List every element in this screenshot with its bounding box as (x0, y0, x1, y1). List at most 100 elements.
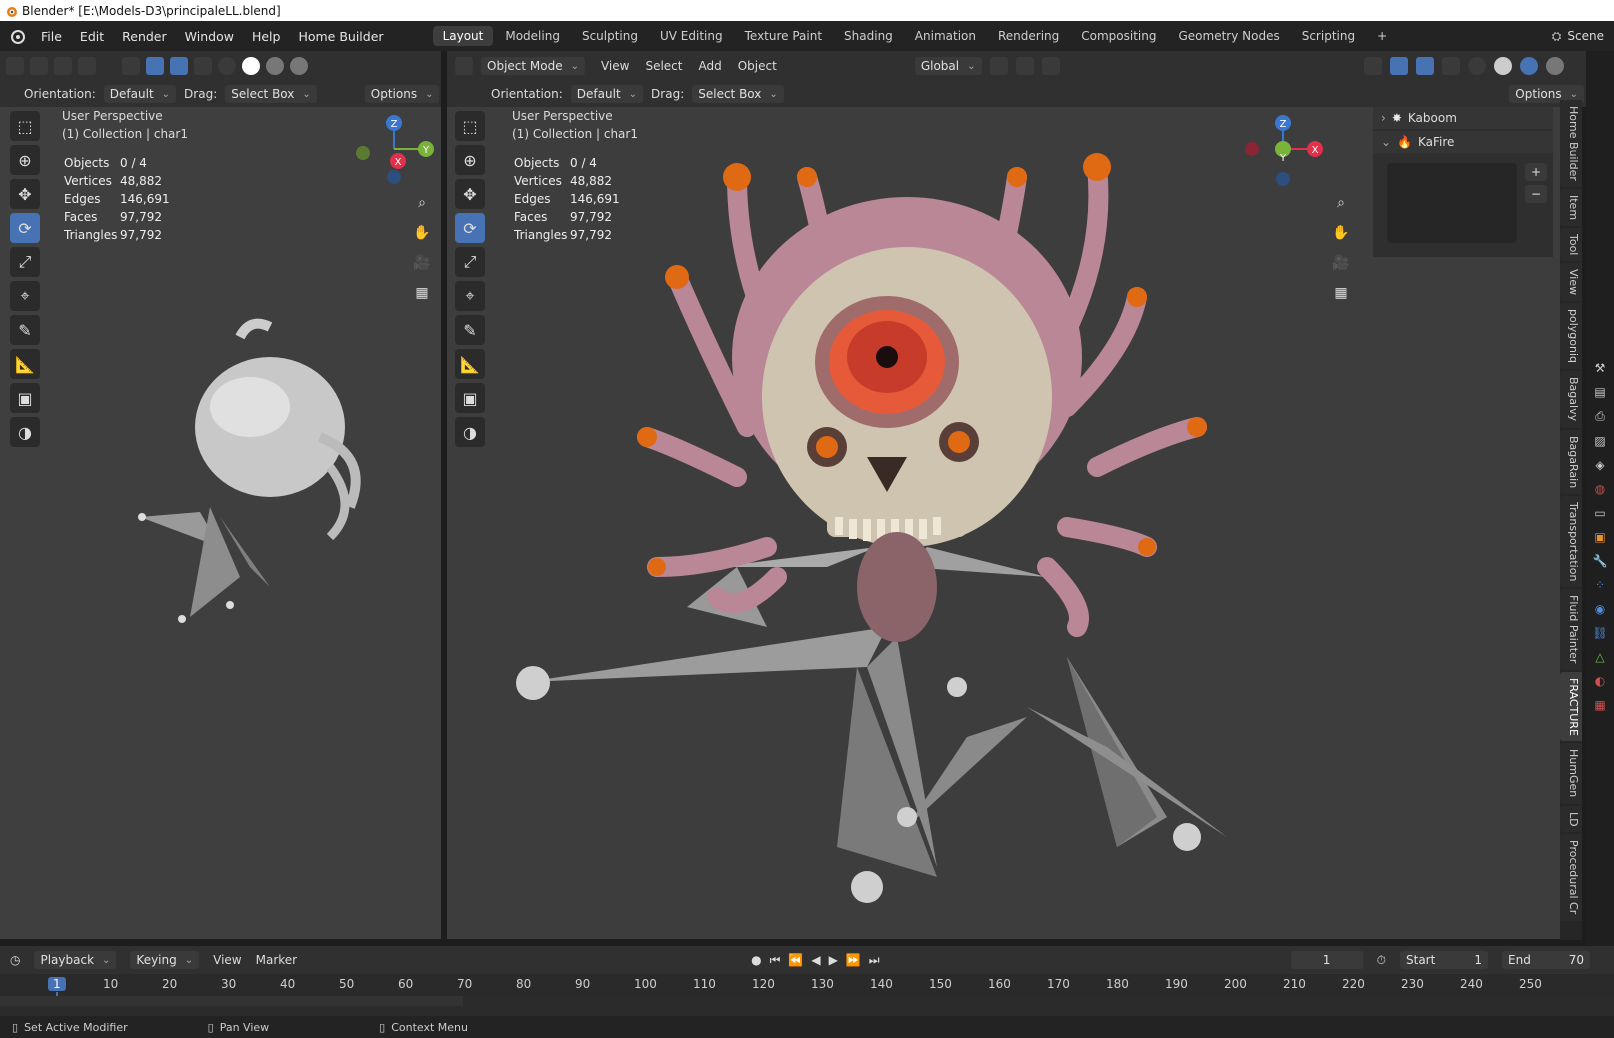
data-properties-icon[interactable]: △ (1595, 650, 1604, 664)
panel-kafire[interactable]: ⌄ 🔥 KaFire (1373, 131, 1553, 153)
tab-texture-paint[interactable]: Texture Paint (735, 26, 832, 46)
pan-hand-icon[interactable]: ✋ (410, 221, 434, 245)
camera-icon[interactable]: 🎥 (410, 251, 434, 275)
scene-icon[interactable]: ⛭ (1552, 29, 1562, 44)
custom-tool[interactable]: ◑ (455, 417, 485, 447)
right-3d-viewport[interactable]: ⬚ ⊕ ✥ ⟳ ⤢ ⌖ ✎ 📐 ▣ ◑ User Perspective (1)… (447, 107, 1560, 939)
shading-solid-icon[interactable] (1494, 57, 1512, 75)
output-properties-icon[interactable]: ⎙ (1595, 409, 1605, 424)
tab-home-builder[interactable]: Home Builder (1560, 100, 1582, 187)
gizmo-toggle-icon[interactable] (146, 57, 164, 75)
zoom-icon[interactable]: ⌕ (410, 191, 434, 215)
timeline-ruler[interactable]: 1 10 20 30 40 50 60 70 80 90 100 110 120 130 140 150 160… (0, 974, 1614, 1016)
visibility-icon[interactable] (122, 57, 140, 75)
scene-name[interactable]: Scene (1567, 29, 1604, 43)
menu-object[interactable]: Object (738, 59, 777, 73)
menu-view[interactable]: View (601, 59, 629, 73)
tab-bagarain[interactable]: BagaRain (1560, 429, 1582, 494)
shading-material-icon[interactable] (1520, 57, 1538, 75)
collection-properties-icon[interactable]: ▭ (1594, 506, 1605, 520)
drag-dropdown[interactable]: Select Box (692, 85, 784, 103)
proportional-edit-icon[interactable] (78, 57, 96, 75)
add-cube-tool[interactable]: ▣ (455, 383, 485, 413)
move-tool[interactable]: ✥ (455, 179, 485, 209)
shading-wireframe-icon[interactable] (1468, 57, 1486, 75)
tab-animation[interactable]: Animation (905, 26, 986, 46)
menu-playback[interactable]: Playback (34, 951, 117, 969)
particles-icon[interactable]: ⁘ (1595, 578, 1605, 592)
jump-start-icon[interactable]: ⏮ (770, 953, 781, 968)
tab-humgen[interactable]: HumGen (1560, 743, 1582, 804)
cursor-tool[interactable]: ⊕ (10, 145, 40, 175)
tab-compositing[interactable]: Compositing (1071, 26, 1166, 46)
current-frame-field[interactable]: 1 (1290, 951, 1363, 969)
measure-tool[interactable]: 📐 (455, 349, 485, 379)
pan-hand-icon[interactable]: ✋ (1329, 221, 1353, 245)
tab-scripting[interactable]: Scripting (1292, 26, 1365, 46)
editor-type-icon[interactable] (455, 57, 473, 75)
tab-fluid-painter[interactable]: Fluid Painter (1560, 589, 1582, 670)
tab-modeling[interactable]: Modeling (495, 26, 570, 46)
tab-uv-editing[interactable]: UV Editing (650, 26, 733, 46)
record-icon[interactable]: ● (751, 953, 761, 967)
shading-wireframe-icon[interactable] (218, 57, 236, 75)
mode-dropdown[interactable]: Object Mode (481, 57, 585, 75)
editor-type-icon[interactable]: ◷ (10, 953, 20, 967)
modifier-properties-icon[interactable]: 🔧 (1593, 554, 1608, 568)
link-icon[interactable] (30, 57, 48, 75)
tab-bagalvy[interactable]: Bagalvy (1560, 371, 1582, 428)
visibility-icon[interactable] (1364, 57, 1382, 75)
annotate-tool[interactable]: ✎ (455, 315, 485, 345)
navigation-gizmo[interactable]: Z X Y (1239, 109, 1329, 193)
world-properties-icon[interactable]: ◍ (1595, 482, 1605, 496)
annotate-tool[interactable]: ✎ (10, 315, 40, 345)
menu-render[interactable]: Render (113, 29, 176, 44)
tab-procedural[interactable]: Procedural Cr (1560, 834, 1582, 921)
tab-item[interactable]: Item (1560, 188, 1582, 226)
shading-material-icon[interactable] (266, 57, 284, 75)
tab-geometry-nodes[interactable]: Geometry Nodes (1168, 26, 1289, 46)
menu-keying[interactable]: Keying (130, 951, 200, 969)
play-reverse-icon[interactable]: ◀ (811, 953, 820, 967)
blender-menu-icon[interactable] (6, 27, 28, 45)
tab-transportation[interactable]: Transportation (1560, 495, 1582, 588)
zoom-icon[interactable]: ⌕ (1329, 191, 1353, 215)
tab-ld[interactable]: LD (1560, 805, 1582, 833)
shading-solid-icon[interactable] (242, 57, 260, 75)
menu-marker[interactable]: Marker (256, 953, 297, 967)
tab-tool[interactable]: Tool (1560, 227, 1582, 262)
add-icon[interactable]: + (1525, 163, 1548, 181)
jump-end-icon[interactable]: ⏭ (869, 953, 880, 968)
object-properties-icon[interactable]: ▣ (1594, 530, 1605, 544)
menu-view[interactable]: View (213, 953, 241, 967)
snap-icon[interactable] (54, 57, 72, 75)
menu-add[interactable]: Add (699, 59, 722, 73)
select-box-tool[interactable]: ⬚ (455, 111, 485, 141)
menu-help[interactable]: Help (243, 29, 290, 44)
scale-tool[interactable]: ⤢ (10, 247, 40, 277)
navigation-gizmo[interactable]: Z Y X (350, 109, 434, 193)
end-frame-field[interactable]: End 70 (1502, 951, 1590, 969)
grid-perspective-icon[interactable]: ▦ (1329, 281, 1353, 305)
xray-icon[interactable] (194, 57, 212, 75)
scale-tool[interactable]: ⤢ (455, 247, 485, 277)
proportional-edit-icon[interactable] (1041, 57, 1060, 75)
add-workspace-button[interactable]: + (1367, 26, 1397, 46)
custom-tool[interactable]: ◑ (10, 417, 40, 447)
options-dropdown[interactable]: Options (364, 85, 440, 103)
scene-properties-icon[interactable]: ◈ (1595, 458, 1604, 472)
menu-file[interactable]: File (32, 29, 71, 44)
tab-layout[interactable]: Layout (432, 26, 494, 46)
start-frame-field[interactable]: Start 1 (1400, 951, 1488, 969)
orientation-dropdown[interactable]: Default (103, 85, 177, 103)
editor-type-icon[interactable] (6, 57, 24, 75)
transform-tool[interactable]: ⌖ (10, 281, 40, 311)
snap-icon[interactable] (1015, 57, 1034, 75)
measure-tool[interactable]: 📐 (10, 349, 40, 379)
next-keyframe-icon[interactable]: ⏩ (846, 953, 861, 967)
overlay-toggle-icon[interactable] (1416, 57, 1434, 75)
cursor-tool[interactable]: ⊕ (455, 145, 485, 175)
camera-icon[interactable]: 🎥 (1329, 251, 1353, 275)
panel-kaboom[interactable]: › ✸ Kaboom (1373, 107, 1553, 129)
shading-rendered-icon[interactable] (1546, 57, 1564, 75)
